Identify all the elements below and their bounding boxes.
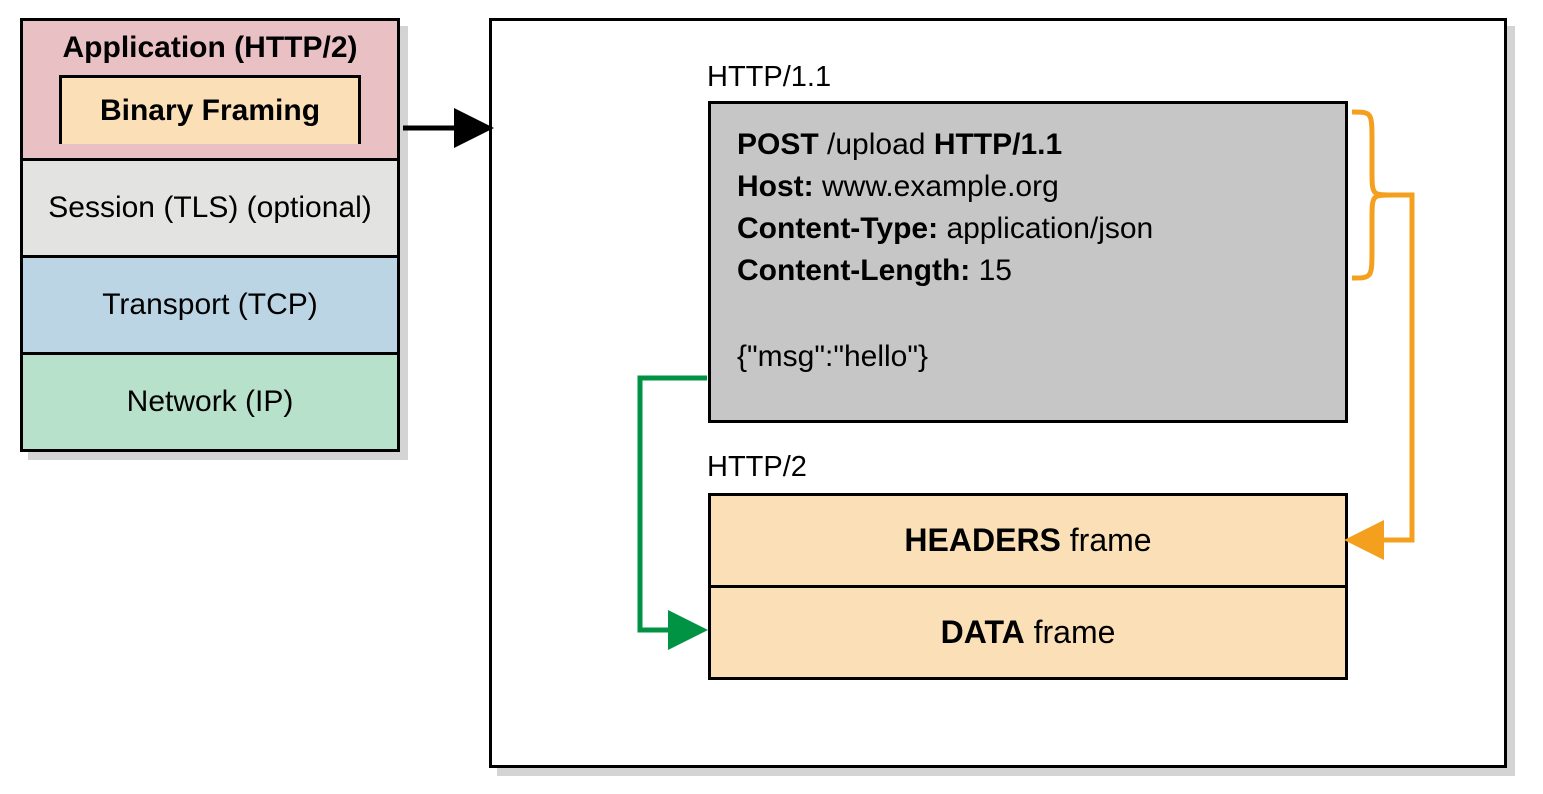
content-length-value: 15 — [979, 254, 1012, 287]
headers-frame: HEADERS frame — [711, 496, 1345, 588]
data-frame-rest: frame — [1034, 614, 1116, 650]
content-type-value: application/json — [946, 212, 1153, 245]
http2-label: HTTP/2 — [707, 451, 807, 484]
http11-content-length-header: Content-Length: 15 — [737, 250, 1319, 292]
http11-host-header: Host: www.example.org — [737, 166, 1319, 208]
application-title: Application (HTTP/2) — [33, 31, 387, 65]
http2-frames-box: HEADERS frame DATA frame — [708, 493, 1348, 680]
host-value: www.example.org — [822, 170, 1059, 203]
content-length-label: Content-Length: — [737, 254, 970, 287]
http11-message-box: POST /upload HTTP/1.1 Host: www.example.… — [708, 101, 1348, 423]
headers-frame-bold: HEADERS — [904, 522, 1060, 558]
content-type-label: Content-Type: — [737, 212, 938, 245]
layer-transport: Transport (TCP) — [23, 258, 397, 355]
http-version: HTTP/1.1 — [934, 128, 1062, 161]
http11-label: HTTP/1.1 — [707, 61, 831, 94]
layer-session: Session (TLS) (optional) — [23, 161, 397, 258]
http-path: /upload — [827, 128, 925, 161]
host-label: Host: — [737, 170, 814, 203]
binary-framing-box: Binary Framing — [59, 75, 361, 144]
layer-application: Application (HTTP/2) Binary Framing — [23, 21, 397, 161]
http11-content-type-header: Content-Type: application/json — [737, 208, 1319, 250]
layer-network: Network (IP) — [23, 355, 397, 449]
protocol-layer-stack: Application (HTTP/2) Binary Framing Sess… — [20, 18, 400, 452]
http-method: POST — [737, 128, 819, 161]
data-frame-bold: DATA — [941, 614, 1025, 650]
http11-request-line: POST /upload HTTP/1.1 — [737, 124, 1319, 166]
headers-frame-rest: frame — [1070, 522, 1152, 558]
http11-body: {"msg":"hello"} — [737, 336, 1319, 378]
message-panel: HTTP/1.1 POST /upload HTTP/1.1 Host: www… — [489, 18, 1507, 768]
data-frame: DATA frame — [711, 588, 1345, 677]
